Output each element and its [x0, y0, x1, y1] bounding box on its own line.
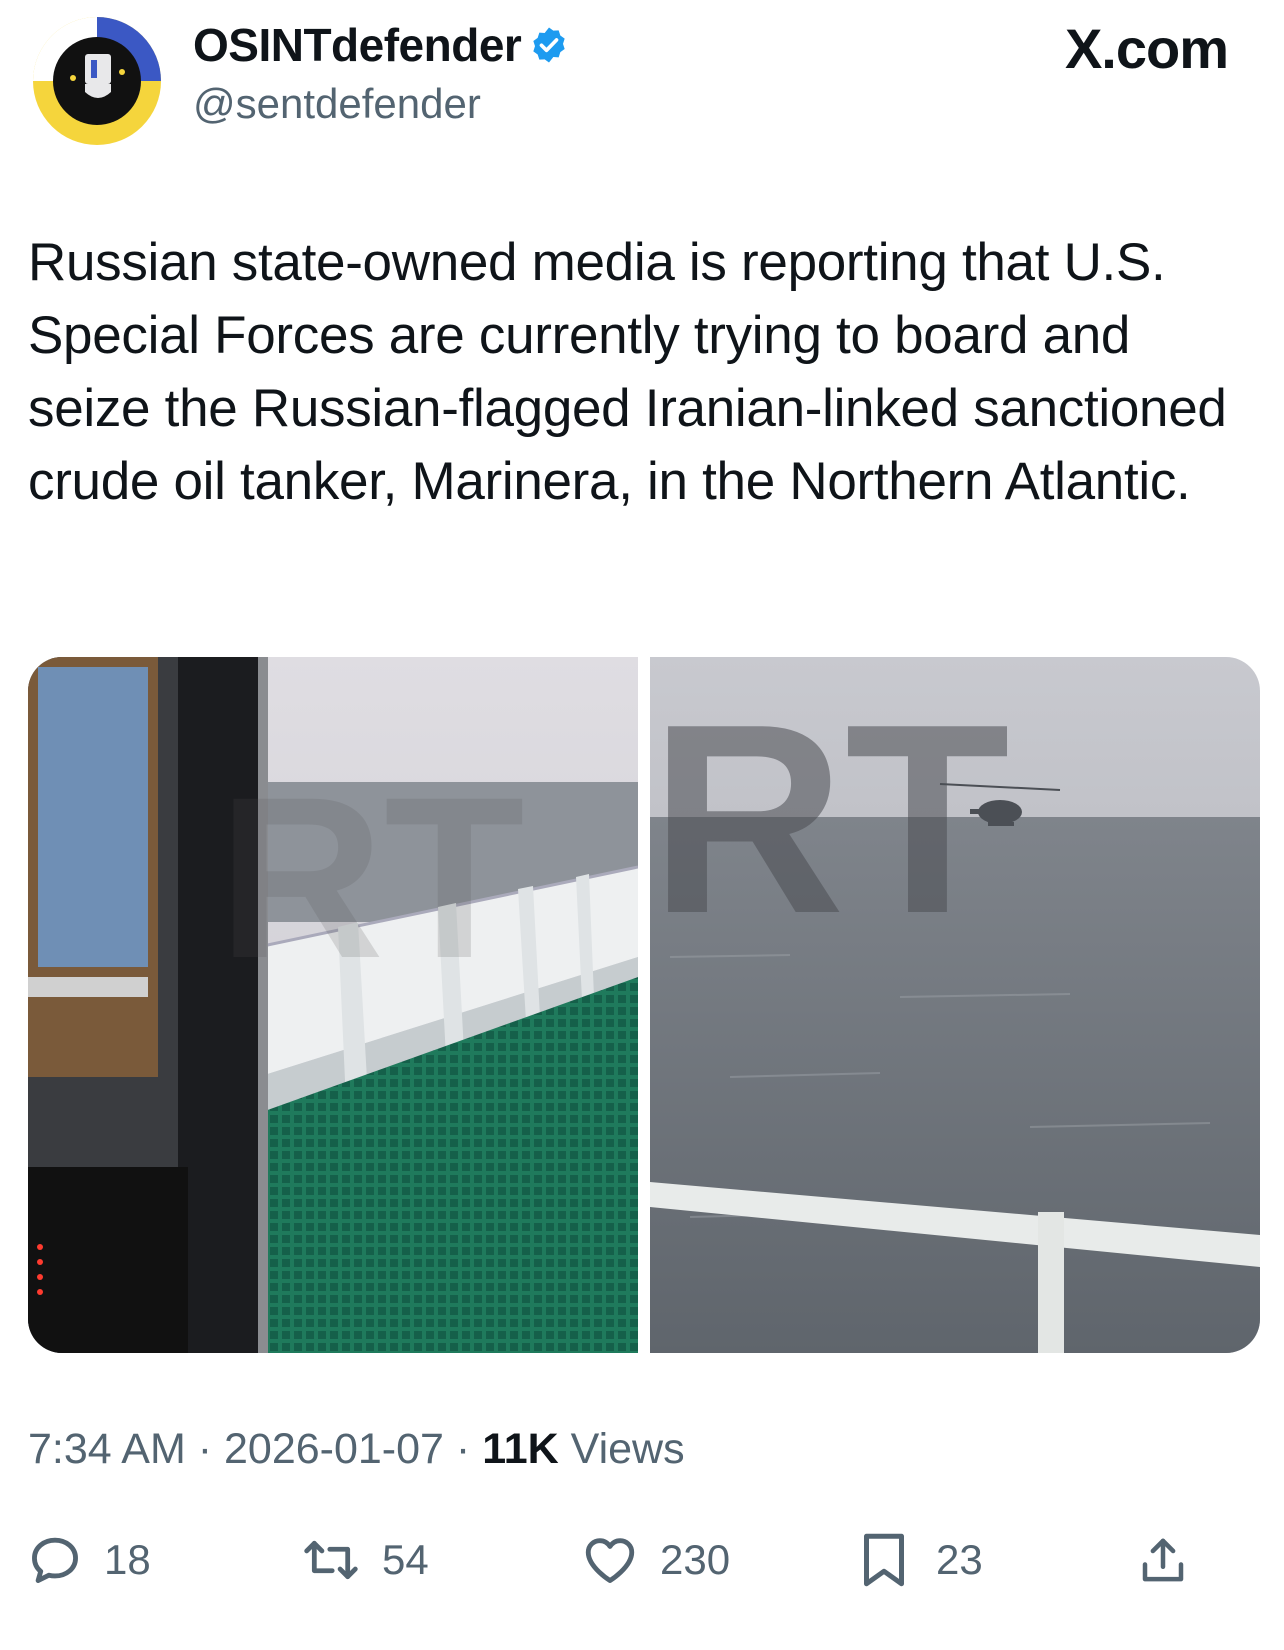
like-count: 230 [660, 1536, 731, 1583]
reply-icon [32, 1537, 78, 1583]
rt-watermark: RT [650, 669, 1010, 970]
repost-button[interactable]: 54 [300, 1520, 429, 1600]
bookmark-button[interactable]: 23 [858, 1520, 983, 1600]
like-button[interactable]: 230 [580, 1520, 730, 1600]
heart-icon [585, 1538, 635, 1583]
tweet-time[interactable]: 7:34 AM [28, 1425, 186, 1473]
photo-ship-deck[interactable]: RT [28, 657, 638, 1353]
tweet-meta: 7:34 AM · 2026-01-07 · 11K Views [28, 1425, 685, 1474]
action-bar: 18 54 230 23 [0, 1520, 1284, 1600]
user-handle[interactable]: @sentdefender [193, 80, 481, 128]
repost-count: 54 [382, 1536, 429, 1583]
site-label: X.com [1064, 17, 1229, 80]
photo-helicopter-sea[interactable]: RT [650, 657, 1260, 1353]
reply-count: 18 [104, 1536, 151, 1583]
verified-badge-icon [529, 25, 569, 65]
share-button[interactable] [1136, 1520, 1190, 1600]
tweet-text: Russian state-owned media is reporting t… [28, 233, 1227, 511]
bookmark-icon [864, 1533, 904, 1587]
repost-icon [304, 1540, 358, 1580]
share-icon [1142, 1538, 1184, 1582]
display-name[interactable]: OSINTdefender [193, 18, 522, 72]
osint-defender-logo [28, 12, 166, 150]
reply-button[interactable]: 18 [26, 1520, 151, 1600]
rt-watermark: RT [218, 749, 525, 1006]
meta-separator: · [197, 1425, 213, 1473]
tweet-date[interactable]: 2026-01-07 [224, 1425, 444, 1473]
display-name-row[interactable]: OSINTdefender [193, 18, 569, 72]
meta-separator: · [455, 1425, 471, 1473]
views-count: 11K [482, 1425, 559, 1473]
tweet-media[interactable]: RT RT [28, 657, 1260, 1353]
bookmark-count: 23 [936, 1536, 983, 1583]
views-label: Views [570, 1425, 685, 1473]
avatar[interactable] [28, 12, 166, 150]
